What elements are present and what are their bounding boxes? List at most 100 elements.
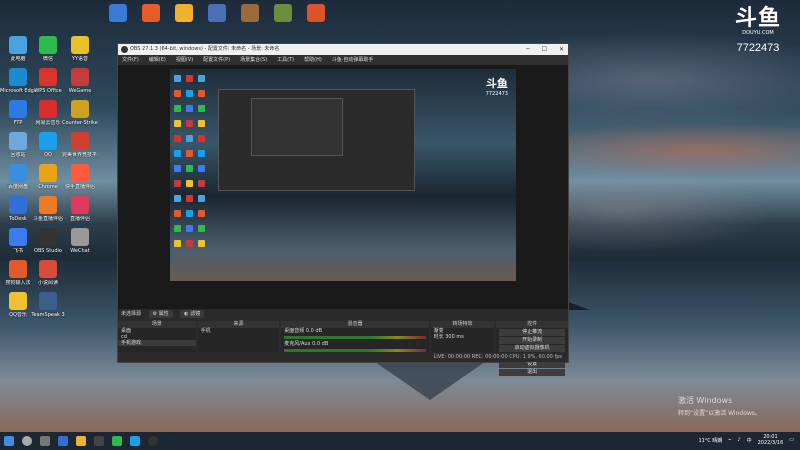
desktop-icon[interactable]: 微信 — [30, 36, 66, 62]
preview-room-text: 7722473 — [485, 91, 508, 97]
controls-header: 控件 — [496, 321, 568, 328]
preview-mini-icon — [198, 165, 205, 172]
input-language[interactable]: 中 — [747, 437, 752, 444]
minimize-icon[interactable]: ─ — [526, 44, 530, 55]
control-button[interactable]: 停止推流 — [499, 329, 565, 336]
start-icon[interactable] — [4, 436, 14, 446]
desktop-icon[interactable]: OBS Studio — [30, 228, 66, 254]
preview-mini-icon — [198, 225, 205, 232]
network-icon[interactable]: ⌁ — [728, 437, 731, 443]
control-button[interactable]: 开始录制 — [499, 337, 565, 344]
taskbar-clock[interactable]: 20:01 2022/3/16 — [758, 434, 784, 446]
desktop-icon[interactable] — [298, 4, 334, 24]
desktop-icon[interactable]: 斗鱼直播伴侣 — [30, 196, 66, 222]
preview-logo-text: 斗鱼 — [485, 77, 508, 90]
preview-douyu-logo: 斗鱼 7722473 — [486, 75, 508, 97]
app-icon — [9, 292, 27, 310]
task-view-icon[interactable] — [40, 436, 50, 446]
duration-value[interactable]: 300 ms — [445, 334, 464, 340]
app-icon — [39, 68, 57, 86]
obs-preview-area[interactable]: 斗鱼 7722473 — [118, 65, 568, 309]
taskbar-app-icon[interactable] — [94, 436, 104, 446]
app-icon — [71, 228, 89, 246]
control-button[interactable]: 退出 — [499, 369, 565, 376]
desktop-icon[interactable]: 直播伴侣 — [62, 196, 98, 222]
desktop-icon[interactable]: Chrome — [30, 164, 66, 190]
taskbar-explorer-icon[interactable] — [76, 436, 86, 446]
desktop-icon[interactable]: 网易云音乐 — [30, 100, 66, 126]
menu-item[interactable]: 场景集合(S) — [240, 55, 267, 65]
preview-mini-icon — [198, 135, 205, 142]
desktop-icon[interactable] — [232, 4, 268, 24]
preview-mini-icon — [174, 225, 181, 232]
preview-mini-icon — [174, 75, 181, 82]
app-icon — [39, 292, 57, 310]
taskbar-wechat-icon[interactable] — [112, 436, 122, 446]
obs-titlebar[interactable]: OBS 27.1.3 (64-bit, windows) - 配置文件: 未命名… — [118, 44, 568, 55]
menu-item[interactable]: 编辑(E) — [149, 55, 166, 65]
desktop-icon[interactable]: WeChat — [62, 228, 98, 254]
activate-hint: 转到“设置”以激活 Windows。 — [678, 410, 761, 417]
scene-item[interactable]: 手机游戏 — [118, 340, 196, 346]
source-item[interactable]: 手机 — [198, 328, 280, 334]
desktop-icon-label: 微信 — [42, 56, 53, 62]
mixer-ch2-db: 0.0 dB — [312, 341, 329, 347]
desktop-icon-label: Chrome — [38, 184, 58, 190]
taskbar-steam-icon[interactable] — [166, 436, 176, 446]
filters-button[interactable]: ◐ 滤镜 — [180, 310, 205, 318]
desktop-icon[interactable] — [166, 4, 202, 24]
taskbar-obs-icon[interactable] — [148, 436, 158, 446]
desktop-icon[interactable]: 快手直播伴侣 — [62, 164, 98, 190]
desktop-icon-label: 小说阅读 — [37, 280, 58, 286]
taskbar-qq-icon[interactable] — [130, 436, 140, 446]
menu-item[interactable]: 文件(F) — [122, 55, 139, 65]
volume-icon[interactable]: ♪ — [737, 437, 740, 443]
desktop-icon[interactable]: WeGame — [62, 68, 98, 94]
desktop-icon[interactable]: TeamSpeak 3 — [30, 292, 66, 318]
weather-widget[interactable]: 11°C 晴朗 — [698, 437, 722, 444]
desktop-icon[interactable]: Counter-Strike Global Off... — [62, 100, 98, 126]
app-icon — [71, 196, 89, 214]
preview-mini-icon — [198, 105, 205, 112]
desktop-icon[interactable]: QQ — [30, 132, 66, 158]
obs-window[interactable]: OBS 27.1.3 (64-bit, windows) - 配置文件: 未命名… — [117, 43, 569, 376]
preview-mini-icon — [174, 210, 181, 217]
preview-nested-obs — [218, 89, 415, 191]
desktop-icon[interactable] — [100, 4, 136, 24]
menu-item[interactable]: 斗鱼·自动弹幕助手 — [332, 55, 374, 65]
menu-item[interactable]: 配置文件(P) — [203, 55, 230, 65]
maximize-icon[interactable]: ☐ — [542, 44, 547, 55]
preview-mini-icon — [174, 150, 181, 157]
taskbar-edge-icon[interactable] — [58, 436, 68, 446]
desktop-icon-label: 斗鱼直播伴侣 — [32, 216, 63, 222]
mixer-ch1-name: 桌面音频 — [284, 328, 305, 334]
preview-mini-icon — [186, 90, 193, 97]
sources-header: 来源 — [197, 321, 280, 328]
desktop-icon[interactable]: 完美世界竞技平台 — [62, 132, 98, 158]
menu-item[interactable]: 视图(V) — [176, 55, 193, 65]
mixer-channel-mic: 麦克风/Aux 0.0 dB — [281, 341, 428, 347]
desktop-icon-label: 快手直播伴侣 — [64, 184, 95, 190]
mixer-ch1-meter[interactable] — [284, 336, 426, 339]
desktop-icon[interactable]: WPS Office — [30, 68, 66, 94]
properties-button[interactable]: ⚙ 属性 — [148, 310, 173, 318]
desktop-icon[interactable] — [265, 4, 301, 24]
douyu-brand: 斗鱼 DOUYU.COM 7722473 — [728, 8, 788, 55]
preview-mini-icon — [174, 90, 181, 97]
close-icon[interactable]: ✕ — [559, 44, 564, 55]
search-icon[interactable] — [22, 436, 32, 446]
obs-app-icon — [121, 46, 128, 53]
menu-item[interactable]: 帮助(H) — [304, 55, 322, 65]
preview-mini-icon — [174, 240, 181, 247]
notification-icon[interactable]: ▭ — [789, 437, 794, 443]
mixer-header: 混音器 — [281, 321, 429, 328]
desktop-icon[interactable] — [133, 4, 169, 24]
desktop-icon[interactable] — [199, 4, 235, 24]
preview-canvas[interactable]: 斗鱼 7722473 — [170, 69, 516, 281]
control-button[interactable]: 启动虚拟摄像机 — [499, 345, 565, 352]
menu-item[interactable]: 工具(T) — [277, 55, 294, 65]
control-button[interactable]: 设置 — [499, 361, 565, 368]
desktop-icon[interactable]: YY语音 — [62, 36, 98, 62]
obs-menubar: 文件(F) 编辑(E) 视图(V) 配置文件(P) 场景集合(S) 工具(T) 帮助(H) 斗… — [118, 55, 568, 65]
desktop-icon[interactable]: 小说阅读 — [30, 260, 66, 286]
